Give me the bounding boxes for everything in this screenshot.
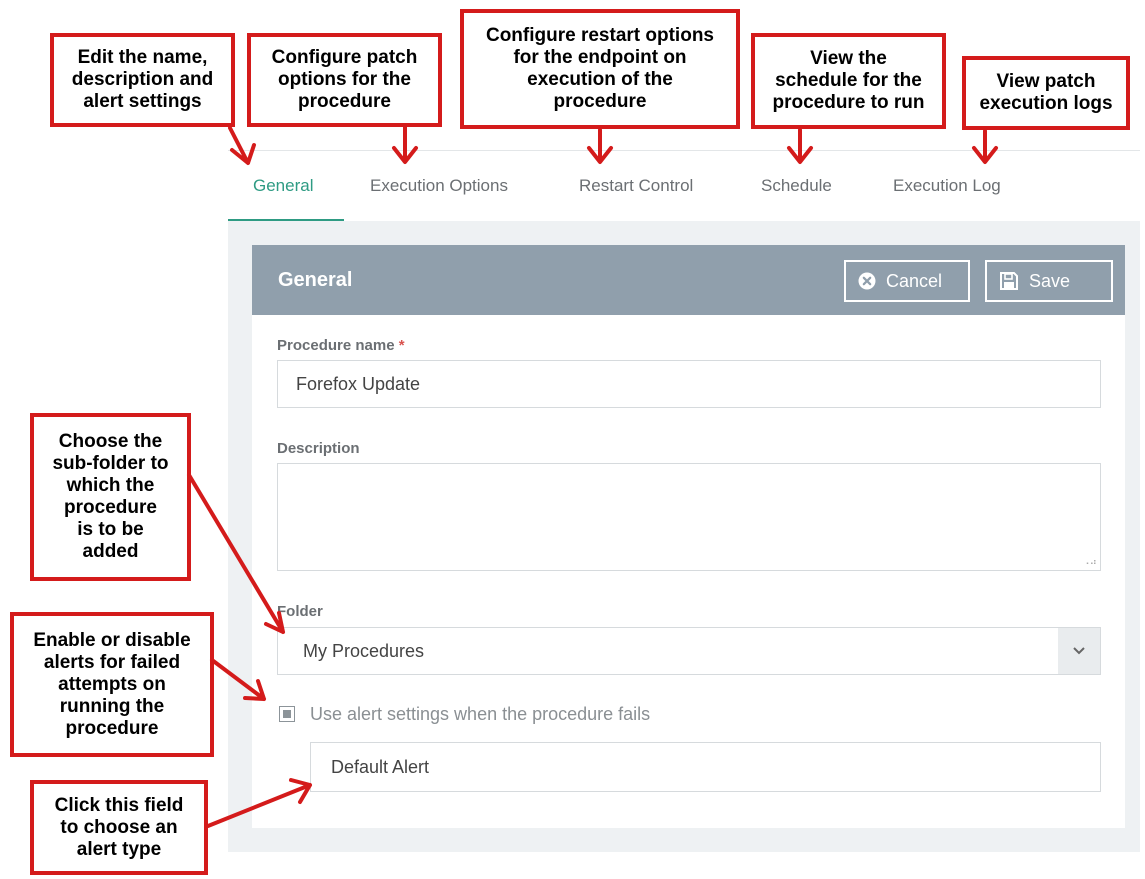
callout-alert-field: Click this field to choose an alert type	[30, 780, 208, 875]
cancel-label: Cancel	[886, 270, 943, 291]
tab-bar: General Execution Options Restart Contro…	[228, 150, 1140, 222]
callout-execution-log: View patch execution logs	[962, 56, 1130, 130]
cancel-button[interactable]: Cancel	[844, 260, 970, 302]
folder-value: My Procedures	[303, 640, 425, 661]
folder-select[interactable]: My Procedures	[277, 627, 1101, 675]
floppy-disk-icon	[1000, 272, 1018, 290]
chevron-down-icon	[1073, 647, 1085, 655]
tab-restart-control[interactable]: Restart Control	[579, 151, 693, 221]
description-label: Description	[277, 440, 360, 457]
checkbox-checked-mark	[283, 710, 291, 718]
alert-type-input[interactable]: Default Alert	[310, 742, 1101, 792]
card-title: General	[278, 269, 353, 291]
callout-restart-control: Configure restart options for the endpoi…	[460, 9, 740, 129]
folder-dropdown-button[interactable]	[1058, 628, 1100, 674]
callout-schedule: View the schedule for the procedure to r…	[751, 33, 946, 129]
alert-checkbox-label: Use alert settings when the procedure fa…	[310, 704, 651, 724]
procedure-name-input[interactable]: Forefox Update	[277, 360, 1101, 408]
description-textarea[interactable]: ⠠⠴	[277, 463, 1101, 571]
callout-folder: Choose the sub-folder to which the proce…	[30, 413, 191, 581]
save-button[interactable]: Save	[985, 260, 1113, 302]
required-mark: *	[398, 337, 405, 354]
close-circle-icon	[858, 272, 876, 290]
tab-general[interactable]: General	[253, 151, 313, 221]
card-header: General Cancel Save	[252, 245, 1125, 315]
procedure-name-label: Procedure name *	[277, 337, 405, 354]
tab-execution-options[interactable]: Execution Options	[370, 151, 508, 221]
procedure-name-value: Forefox Update	[296, 373, 421, 394]
callout-execution-options: Configure patch options for the procedur…	[247, 33, 442, 127]
callout-alerts: Enable or disable alerts for failed atte…	[10, 612, 214, 757]
callout-general: Edit the name, description and alert set…	[50, 33, 235, 127]
resize-handle-icon[interactable]: ⠠⠴	[1082, 557, 1097, 568]
save-label: Save	[1029, 270, 1071, 291]
tab-schedule[interactable]: Schedule	[761, 151, 832, 221]
alert-type-value: Default Alert	[331, 756, 430, 777]
tab-execution-log[interactable]: Execution Log	[893, 151, 1001, 221]
alert-checkbox[interactable]	[279, 706, 295, 722]
folder-label: Folder	[277, 603, 323, 620]
